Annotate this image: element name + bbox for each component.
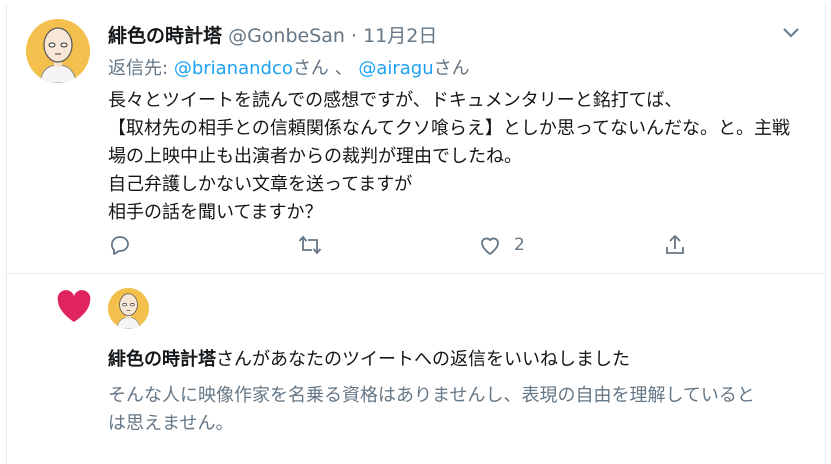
- share-button[interactable]: [663, 233, 687, 257]
- replying-to: 返信先: @brianandcoさん 、 @airaguさん: [108, 54, 470, 80]
- notification-message: さんがあなたのツイートへの返信をいいねしました: [216, 349, 630, 370]
- chevron-down-icon[interactable]: [782, 26, 800, 40]
- reply-user-link-2[interactable]: @airagu: [358, 58, 433, 79]
- reply-suffix-1: さん 、: [292, 58, 353, 79]
- notification-avatar[interactable]: [108, 288, 149, 329]
- reply-icon: [111, 236, 129, 255]
- reply-user-link-1[interactable]: @brianandco: [174, 58, 293, 79]
- notification-text[interactable]: 緋色の時計塔さんがあなたのツイートへの返信をいいねしました: [108, 345, 630, 371]
- display-name[interactable]: 緋色の時計塔: [108, 25, 222, 47]
- tweet-text: 長々とツイートを読んでの感想ですが、ドキュメンタリーと銘打てば、 【取材先の相手…: [108, 90, 791, 223]
- heart-filled-icon: [57, 290, 91, 322]
- user-handle[interactable]: @GonbeSan: [228, 25, 345, 47]
- tweet-header: 緋色の時計塔 @GonbeSan · 11月2日: [108, 21, 437, 48]
- heart-outline-icon: [481, 237, 499, 255]
- avatar-image: [108, 288, 149, 329]
- reply-prefix: 返信先:: [108, 58, 169, 79]
- separator-dot: ·: [351, 25, 358, 47]
- like-button[interactable]: 2: [478, 233, 525, 257]
- share-icon: [666, 234, 684, 254]
- like-count: 2: [514, 235, 525, 255]
- divider: [7, 273, 824, 274]
- avatar-image: [26, 19, 90, 83]
- tweet-date[interactable]: 11月2日: [363, 25, 437, 47]
- avatar[interactable]: [26, 19, 90, 83]
- notification-user-name[interactable]: 緋色の時計塔: [108, 349, 216, 370]
- reply-button[interactable]: [108, 233, 132, 257]
- retweet-icon: [298, 235, 322, 255]
- liked-reply-text[interactable]: そんな人に映像作家を名乗る資格はありませんし、表現の自由を理解しているとは思えま…: [108, 382, 768, 438]
- reply-suffix-2: さん: [433, 58, 470, 79]
- retweet-button[interactable]: [298, 233, 322, 257]
